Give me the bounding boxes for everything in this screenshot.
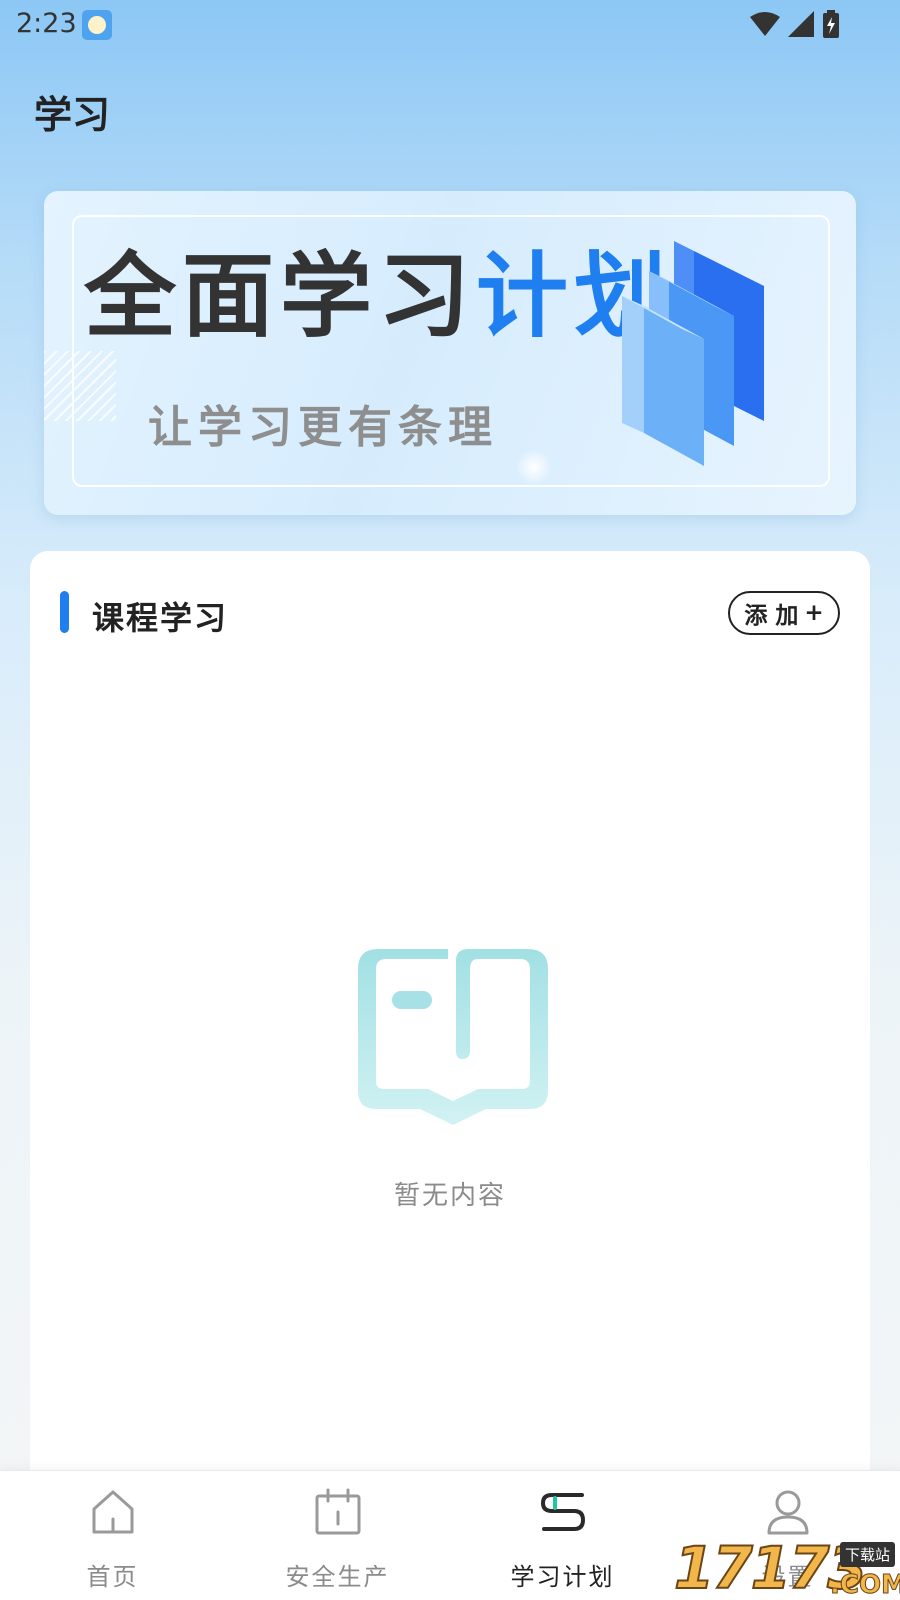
page-title: 学习: [34, 93, 111, 137]
banner-headline: 全面学习计划: [84, 251, 672, 343]
calendar-icon: [315, 1488, 361, 1535]
status-time: 2:23: [16, 8, 77, 39]
add-course-button[interactable]: 添 加 +: [728, 591, 840, 635]
status-bar: 2:23: [0, 0, 900, 50]
tab-home[interactable]: 首页: [0, 1471, 225, 1600]
watermark-tag: 下载站: [840, 1542, 896, 1567]
watermark-suffix: .COM: [830, 1570, 900, 1600]
tab-label: 安全生产: [285, 1563, 390, 1591]
tab-label: 学习计划: [510, 1563, 615, 1591]
app-notification-icon: [82, 10, 112, 40]
battery-icon: [823, 10, 839, 38]
books-illustration: [622, 241, 764, 466]
promo-banner[interactable]: 全面学习计划 让学习更有条理: [44, 191, 856, 515]
tab-label: 首页: [86, 1563, 139, 1591]
empty-book-icon: [358, 949, 548, 1125]
plus-icon: +: [804, 600, 824, 626]
status-indicators: [750, 10, 840, 38]
watermark-logo: 17173 下载站 .COM: [673, 1535, 900, 1600]
empty-state-text: 暂无内容: [393, 1181, 506, 1211]
user-icon: [767, 1490, 809, 1535]
section-accent-bar: [60, 591, 69, 633]
banner-headline-dark: 全面学习: [84, 243, 477, 350]
course-card: 课程学习 添 加 + 暂无内容: [30, 551, 870, 1600]
add-button-label: 添 加: [744, 603, 799, 629]
study-plan-icon: [541, 1493, 585, 1531]
tab-study-plan[interactable]: 学习计划: [450, 1471, 675, 1600]
home-icon: [92, 1490, 134, 1534]
tab-safety-production[interactable]: 安全生产: [225, 1471, 450, 1600]
sparkle-decoration: [516, 449, 552, 485]
section-title: 课程学习: [92, 599, 229, 637]
banner-subtitle: 让学习更有条理: [148, 402, 498, 453]
signal-icon: [788, 11, 814, 37]
wifi-icon: [750, 12, 780, 36]
